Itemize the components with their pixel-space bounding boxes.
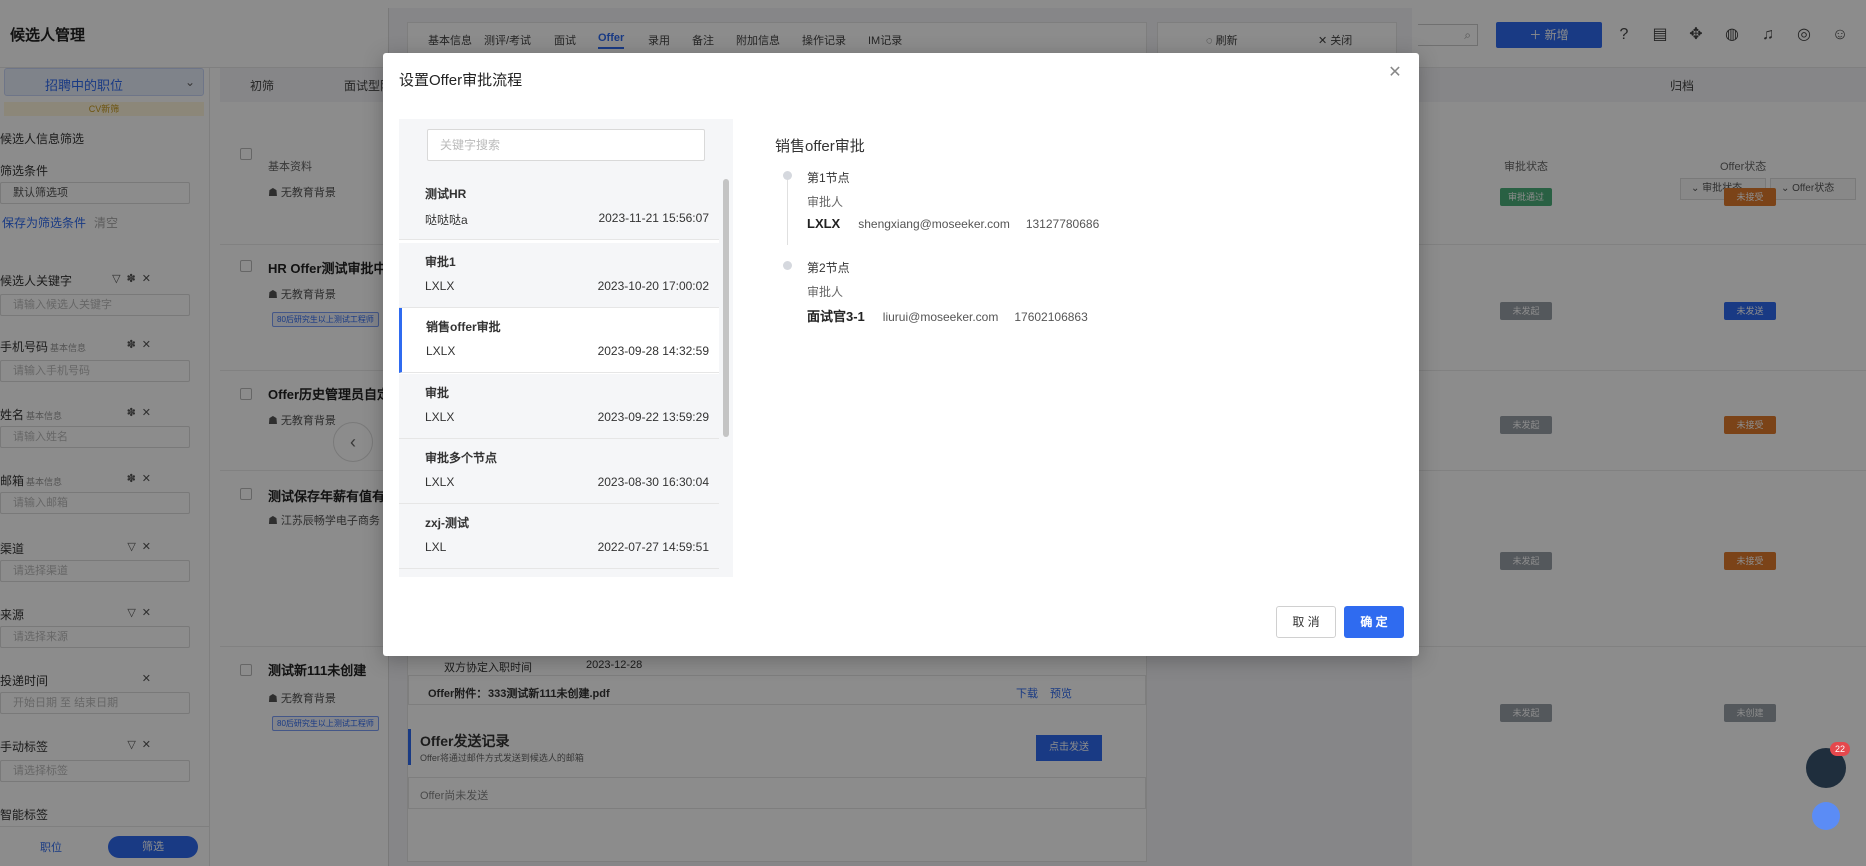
approver-row: 面试官3-1 liurui@moseeker.com 17602106863 [807,306,1088,325]
flow-item[interactable]: 审批1 LXLX 2023-10-20 17:00:02 [399,243,719,308]
approver-email: liurui@moseeker.com [882,310,999,324]
flow-item-partial[interactable] [399,569,719,577]
assistant-icon[interactable] [1812,802,1840,830]
cancel-button[interactable]: 取 消 [1276,606,1336,638]
keyword-search-input[interactable] [427,129,705,161]
flow-item[interactable]: 测试HR 哒哒哒a 2023-11-21 15:56:07 [399,175,719,240]
node-label: 第2节点 [807,261,850,275]
flow-date: 2023-11-21 15:56:07 [598,211,709,225]
flow-list-pane: 测试HR 哒哒哒a 2023-11-21 15:56:07 审批1 LXLX 2… [399,119,733,577]
node-role: 审批人 [807,285,844,299]
close-icon[interactable]: ✕ [1385,63,1405,83]
flow-owner: LXLX [425,475,455,489]
confirm-button[interactable]: 确 定 [1344,606,1404,638]
flow-item-selected[interactable]: 销售offer审批 LXLX 2023-09-28 14:32:59 [399,308,719,373]
chat-badge: 22 [1830,742,1850,756]
scroll-thumb[interactable] [723,179,729,437]
timeline-dot [783,171,792,180]
flow-name: 审批多个节点 [425,451,498,465]
flow-detail-title: 销售offer审批 [775,138,865,155]
modal-title: 设置Offer审批流程 [399,72,523,89]
flow-name: 审批 [425,386,450,400]
flow-name: zxj-测试 [425,516,470,530]
approver-phone: 17602106863 [1014,310,1088,324]
approver-name: 面试官3-1 [807,309,865,324]
flow-owner: LXL [425,540,447,554]
flow-detail-pane: 销售offer审批 第1节点 审批人 LXLX shengxiang@moseek… [733,119,1419,577]
approver-name: LXLX [807,216,841,231]
flow-date: 2023-09-28 14:32:59 [597,344,709,358]
flow-owner: LXLX [426,344,456,358]
approver-email: shengxiang@moseeker.com [858,217,1010,231]
flow-item[interactable]: 审批多个节点 LXLX 2023-08-30 16:30:04 [399,439,719,504]
flow-list-scrollbar[interactable] [721,175,731,577]
flow-name: 审批1 [425,255,456,269]
flow-name: 测试HR [425,187,467,201]
flow-item[interactable]: zxj-测试 LXL 2022-07-27 14:59:51 [399,504,719,569]
flow-date: 2022-07-27 14:59:51 [597,540,709,554]
flow-list: 测试HR 哒哒哒a 2023-11-21 15:56:07 审批1 LXLX 2… [399,175,719,577]
flow-item[interactable]: 审批 LXLX 2023-09-22 13:59:29 [399,374,719,439]
flow-date: 2023-09-22 13:59:29 [597,410,709,424]
flow-name: 销售offer审批 [426,320,501,334]
approver-phone: 13127780686 [1025,217,1100,231]
node-label: 第1节点 [807,171,850,185]
flow-owner: LXLX [425,410,455,424]
flow-owner: LXLX [425,279,455,293]
flow-date: 2023-10-20 17:00:02 [597,279,709,293]
approval-flow-modal: 设置Offer审批流程 ✕ 测试HR 哒哒哒a 2023-11-21 15:56… [383,53,1419,656]
timeline-line [787,175,788,245]
flow-owner: 哒哒哒a [425,213,468,227]
node-role: 审批人 [807,195,844,209]
flow-date: 2023-08-30 16:30:04 [597,475,709,489]
timeline-dot [783,261,792,270]
approver-row: LXLX shengxiang@moseeker.com 13127780686 [807,216,1099,231]
